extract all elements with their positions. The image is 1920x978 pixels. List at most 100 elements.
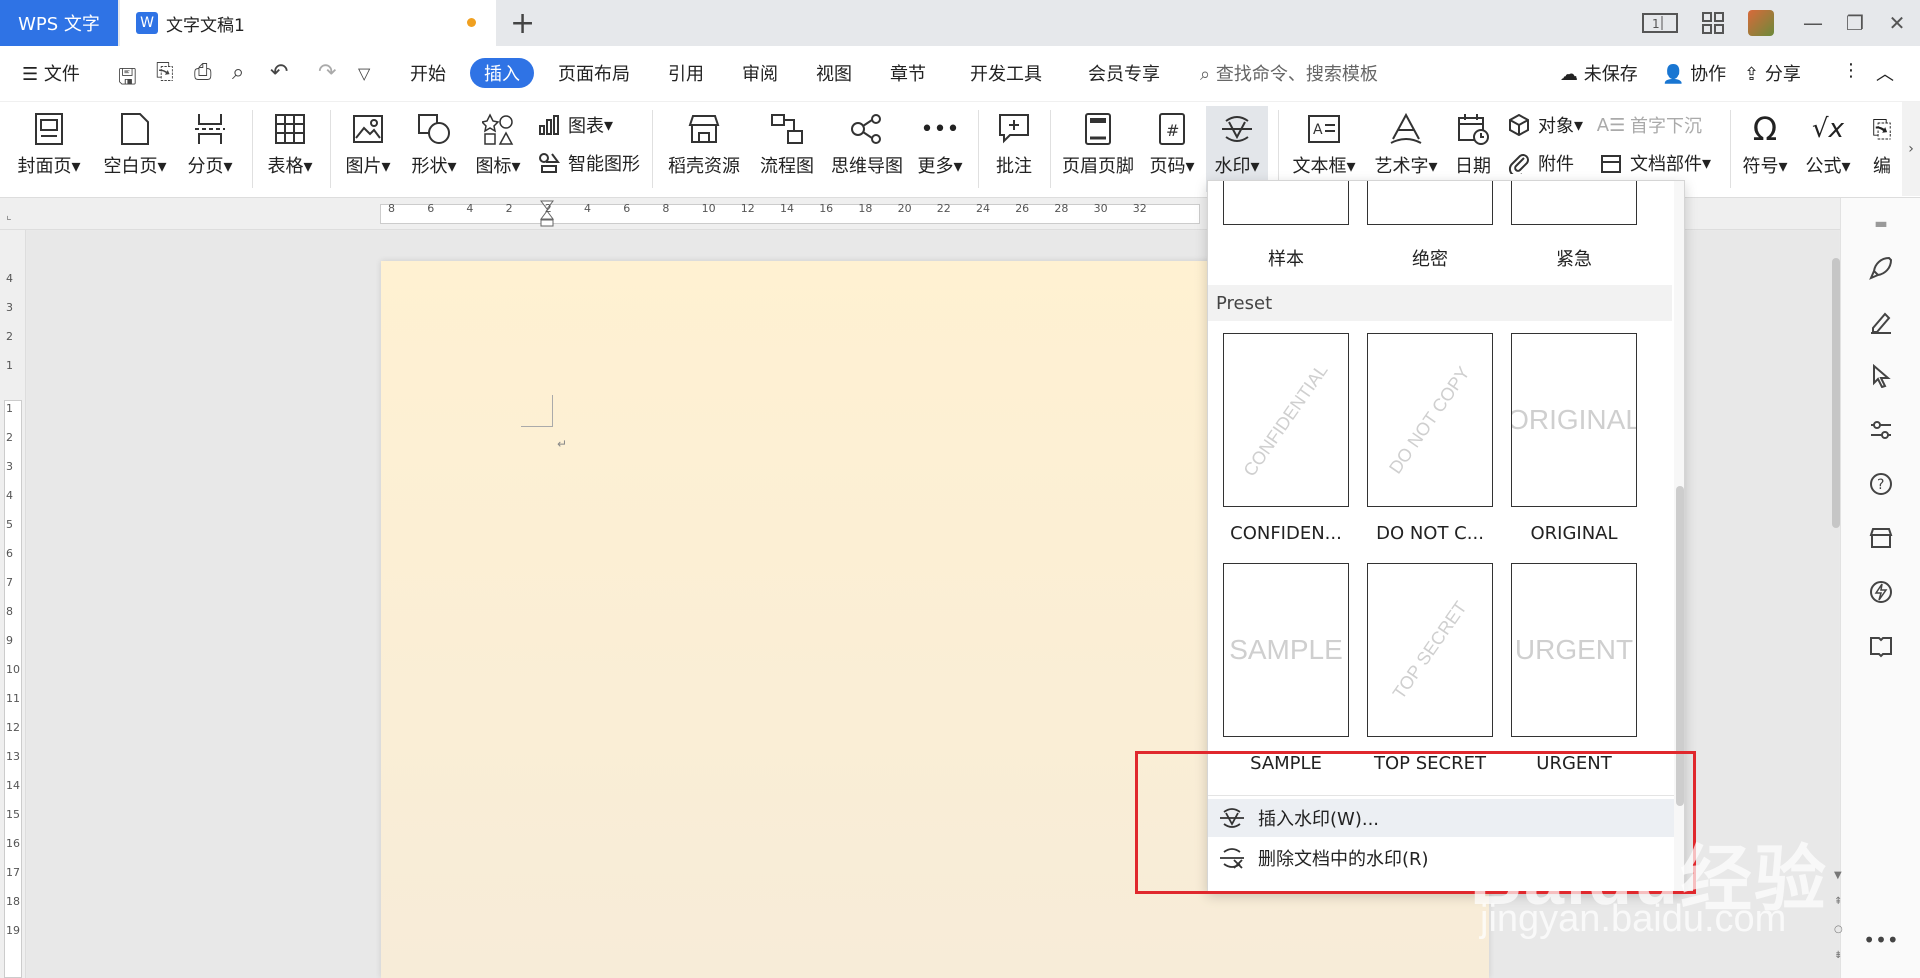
picture-button[interactable]: 图片▾: [338, 106, 398, 192]
ruler-tick-label: 3: [6, 301, 13, 314]
flowchart-button[interactable]: 流程图: [752, 106, 822, 192]
command-search[interactable]: ⌕ 查找命令、搜索模板: [1200, 60, 1378, 86]
page-break-button[interactable]: 分页▾: [180, 106, 240, 192]
ruler-tick-label: 12: [6, 721, 20, 734]
drop-cap-button[interactable]: A☰ 首字下沉: [1597, 110, 1702, 140]
sidebar-more-icon[interactable]: •••: [1861, 920, 1901, 960]
quick-access-dropdown-icon[interactable]: ▽: [358, 64, 370, 83]
attachment-button[interactable]: 附件: [1506, 148, 1574, 178]
more-button[interactable]: ••• 更多▾: [912, 106, 968, 192]
watermark-option-do-not-copy[interactable]: DO NOT COPY: [1367, 333, 1493, 507]
rocket-icon[interactable]: [1861, 248, 1901, 288]
tab-page-layout[interactable]: 页面布局: [558, 60, 630, 86]
layout-switch-icon[interactable]: 1: [1640, 8, 1680, 38]
collaborate-button[interactable]: 👤 协作: [1662, 60, 1726, 86]
undo-icon[interactable]: ↶: [270, 60, 288, 85]
new-tab-plus-icon[interactable]: +: [510, 6, 535, 41]
watermark-option-top-secret-cn[interactable]: [1367, 181, 1493, 225]
watermark-option-sample-cn[interactable]: [1223, 181, 1349, 225]
watermark-option-urgent-cn[interactable]: [1511, 181, 1637, 225]
unsaved-status-button[interactable]: ☁ 未保存: [1560, 60, 1638, 86]
tab-insert[interactable]: 插入: [470, 58, 534, 88]
select-cursor-icon[interactable]: [1861, 356, 1901, 396]
object-button[interactable]: 对象 ▾: [1506, 110, 1583, 140]
print-icon[interactable]: ⎙: [194, 60, 212, 85]
tab-developer[interactable]: 开发工具: [970, 60, 1042, 86]
vertical-ruler: 4 3 2 1 1 2 3 4 5 6 7 8 9 10 11 12 13 14 15 16 17 18 19: [0, 230, 26, 978]
tab-chapter[interactable]: 章节: [890, 60, 926, 86]
apps-grid-icon[interactable]: [1698, 8, 1728, 38]
edit-button[interactable]: ⎘ 编: [1862, 106, 1902, 192]
store-sidebar-icon[interactable]: [1861, 518, 1901, 558]
sidebar-collapse-icon[interactable]: ▬: [1861, 204, 1901, 244]
watermark-option-original[interactable]: ORIGINAL: [1511, 333, 1637, 507]
ribbon-divider: [1050, 110, 1051, 188]
paragraph-mark: ↵: [557, 437, 568, 451]
tab-stop-selector-icon[interactable]: ⌞: [6, 208, 12, 222]
document-scrollbar-thumb[interactable]: [1832, 258, 1840, 528]
document-parts-button[interactable]: 文档部件 ▾: [1598, 148, 1711, 178]
table-button[interactable]: 表格▾: [260, 106, 320, 192]
export-icon[interactable]: ⎘: [156, 60, 174, 85]
share-button[interactable]: ⇪ 分享: [1744, 60, 1801, 86]
comment-icon: [997, 112, 1031, 146]
select-browse-object-icon[interactable]: ○: [1834, 924, 1843, 935]
header-footer-button[interactable]: 页眉页脚: [1056, 106, 1140, 192]
watermark-preview-text: SAMPLE: [1229, 634, 1343, 665]
tab-home[interactable]: 开始: [410, 60, 446, 86]
tab-member[interactable]: 会员专享: [1088, 60, 1160, 86]
shape-icon: [417, 112, 451, 146]
tab-view[interactable]: 视图: [816, 60, 852, 86]
next-page-icon[interactable]: ⇟: [1834, 950, 1842, 961]
blank-page-button[interactable]: 空白页▾: [100, 106, 170, 192]
mindmap-label: 思维导图: [831, 156, 903, 177]
sliders-icon[interactable]: [1861, 410, 1901, 450]
book-search-icon[interactable]: [1861, 626, 1901, 666]
ribbon-scroll-right-icon[interactable]: ›: [1902, 102, 1920, 196]
page-break-label: 分页: [187, 156, 224, 177]
help-icon[interactable]: ?: [1861, 464, 1901, 504]
ruler-tick-label: 16: [819, 202, 834, 215]
print-preview-icon[interactable]: ⌕: [232, 60, 244, 85]
watermark-option-top-secret[interactable]: TOP SECRET: [1367, 563, 1493, 737]
avatar[interactable]: [1746, 8, 1776, 38]
more-options-icon[interactable]: ⋮: [1842, 60, 1860, 81]
ruler-tick-label: 2: [6, 431, 13, 444]
scroll-down-arrow-icon[interactable]: ▼: [1834, 870, 1842, 881]
page-number-button[interactable]: # 页码▾: [1144, 106, 1200, 192]
watermark-option-urgent[interactable]: URGENT: [1511, 563, 1637, 737]
comment-button[interactable]: 批注: [986, 106, 1042, 192]
minimize-icon[interactable]: —: [1800, 8, 1826, 38]
ruler-tick-label: 19: [6, 924, 20, 937]
docer-resources-button[interactable]: 稻壳资源: [662, 106, 746, 192]
save-icon[interactable]: 🖫: [118, 60, 137, 98]
symbol-button[interactable]: Ω 符号▾: [1738, 106, 1792, 192]
smartart-button[interactable]: 智能图形: [536, 148, 640, 178]
formula-button[interactable]: √x 公式▾: [1800, 106, 1856, 192]
mindmap-button[interactable]: 思维导图: [826, 106, 908, 192]
app-tab[interactable]: WPS 文字: [0, 0, 118, 46]
lightning-icon[interactable]: [1861, 572, 1901, 612]
watermark-option-confidential[interactable]: CONFIDENTIAL: [1223, 333, 1349, 507]
redo-icon[interactable]: ↷: [318, 60, 336, 85]
tab-references[interactable]: 引用: [668, 60, 704, 86]
document-scrollbar[interactable]: [1832, 198, 1840, 978]
shape-button[interactable]: 形状▾: [404, 106, 464, 192]
pen-icon[interactable]: [1861, 302, 1901, 342]
cover-page-button[interactable]: 封面页▾: [14, 106, 84, 192]
icon-button[interactable]: 图标▾: [470, 106, 526, 192]
document-tab[interactable]: W 文字文稿1: [120, 0, 496, 46]
page-break-icon: [193, 112, 227, 146]
restore-icon[interactable]: ❐: [1842, 8, 1868, 38]
svg-text:A: A: [1313, 122, 1323, 138]
ruler-tick-label: 2: [505, 202, 513, 215]
formula-label: 公式: [1805, 156, 1842, 177]
ruler-tick-label: 14: [6, 779, 20, 792]
watermark-option-sample[interactable]: SAMPLE: [1223, 563, 1349, 737]
prev-page-icon[interactable]: ⇞: [1834, 896, 1842, 907]
chart-button[interactable]: 图表 ▾: [536, 110, 613, 140]
collapse-ribbon-icon[interactable]: ︿: [1876, 60, 1894, 86]
close-icon[interactable]: ✕: [1884, 8, 1910, 38]
file-menu[interactable]: ☰ 文件: [22, 60, 80, 86]
tab-review[interactable]: 审阅: [742, 60, 778, 86]
